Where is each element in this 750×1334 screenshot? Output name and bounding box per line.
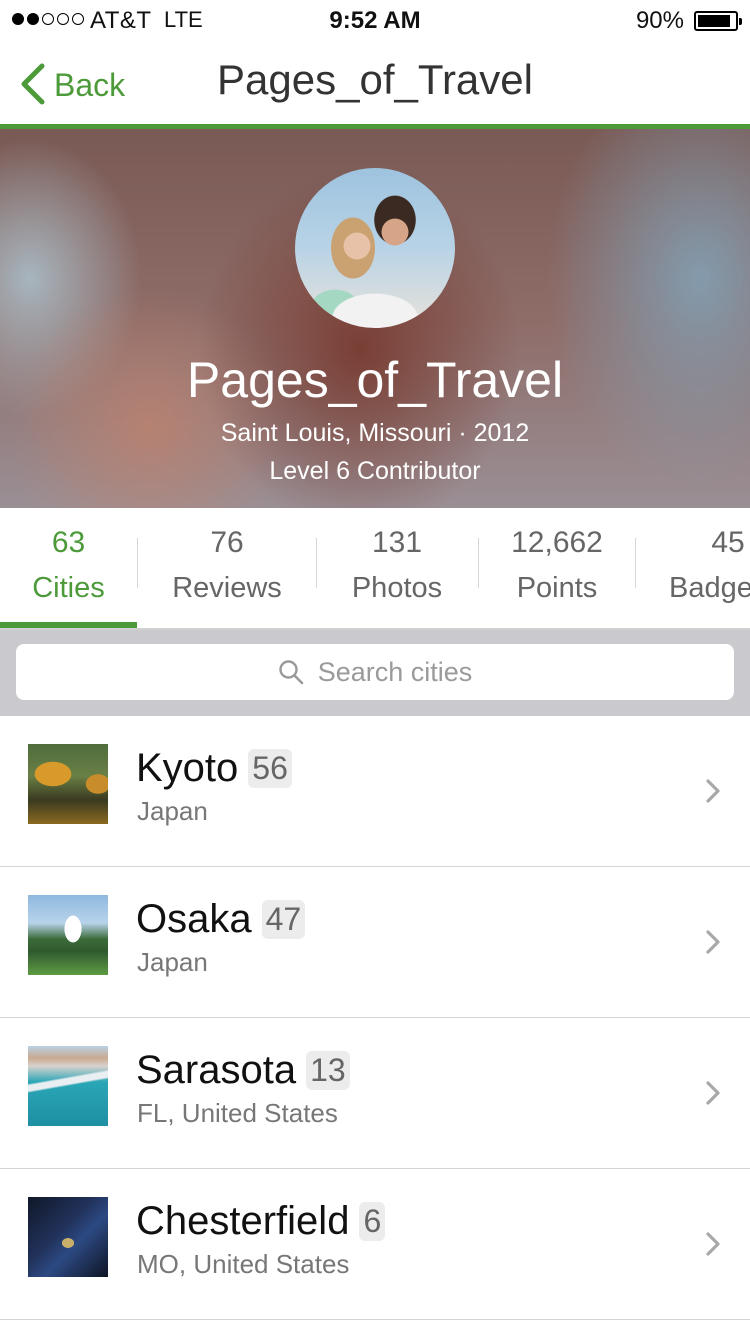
city-title: Kyoto 56 bbox=[136, 746, 292, 791]
city-thumbnail bbox=[28, 895, 108, 975]
city-thumbnail bbox=[28, 1197, 108, 1277]
page-title: Pages_of_Travel bbox=[217, 56, 533, 103]
tab-cities[interactable]: 63 Cities bbox=[0, 508, 137, 628]
tab-count: 76 bbox=[210, 526, 244, 559]
battery-tip bbox=[739, 18, 742, 25]
avatar[interactable] bbox=[295, 168, 455, 328]
list-item[interactable]: Kyoto 56 Japan bbox=[0, 716, 750, 867]
battery-percent: 90% bbox=[635, 7, 684, 34]
city-name: Osaka bbox=[136, 897, 252, 941]
chevron-right-icon bbox=[706, 930, 720, 954]
city-region: Japan bbox=[137, 796, 208, 826]
navigation-bar: Back Pages_of_Travel bbox=[0, 40, 750, 129]
search-input[interactable]: Search cities bbox=[16, 644, 734, 700]
stats-tabs: 63 Cities 76 Reviews 131 Photos 12,662 P… bbox=[0, 508, 750, 630]
city-name: Sarasota bbox=[136, 1048, 297, 1092]
city-list: Kyoto 56 Japan Osaka 47 Japan Sarasota 1… bbox=[0, 716, 750, 1320]
battery-fill bbox=[698, 15, 731, 27]
city-review-count: 6 bbox=[359, 1202, 386, 1241]
tab-label: Points bbox=[516, 572, 598, 604]
city-region: MO, United States bbox=[137, 1249, 350, 1279]
chevron-right-icon bbox=[706, 1081, 720, 1105]
city-review-count: 47 bbox=[261, 900, 306, 939]
city-region: FL, United States bbox=[137, 1098, 338, 1128]
status-bar: AT&T LTE 9:52 AM 90% bbox=[0, 0, 750, 40]
city-title: Sarasota 13 bbox=[136, 1048, 350, 1093]
search-placeholder: Search cities bbox=[317, 656, 473, 687]
city-name: Kyoto bbox=[136, 746, 239, 790]
tab-reviews[interactable]: 76 Reviews bbox=[138, 508, 316, 628]
list-item[interactable]: Chesterfield 6 MO, United States bbox=[0, 1169, 750, 1320]
tab-photos[interactable]: 131 Photos bbox=[317, 508, 477, 628]
profile-location-year: Saint Louis, Missouri · 2012 bbox=[220, 419, 530, 447]
tab-badges[interactable]: 45 Badges bbox=[636, 508, 750, 628]
tab-label: Cities bbox=[32, 572, 105, 604]
city-title: Osaka 47 bbox=[136, 897, 306, 942]
city-region: Japan bbox=[137, 947, 208, 977]
city-title: Chesterfield 6 bbox=[136, 1199, 386, 1244]
search-bar: Search cities bbox=[0, 630, 750, 717]
battery-icon bbox=[694, 11, 742, 31]
profile-name: Pages_of_Travel bbox=[186, 352, 564, 408]
city-review-count: 56 bbox=[248, 749, 292, 788]
tab-count: 63 bbox=[51, 526, 86, 559]
tab-label: Photos bbox=[351, 572, 443, 604]
city-thumbnail bbox=[28, 744, 108, 824]
list-item[interactable]: Osaka 47 Japan bbox=[0, 867, 750, 1018]
tab-count: 45 bbox=[711, 526, 745, 559]
active-tab-indicator bbox=[0, 622, 137, 628]
chevron-right-icon bbox=[706, 1232, 720, 1256]
city-name: Chesterfield bbox=[136, 1199, 350, 1243]
tab-label: Reviews bbox=[172, 572, 282, 604]
city-thumbnail bbox=[28, 1046, 108, 1126]
contributor-level: Level 6 Contributor bbox=[269, 457, 481, 485]
tab-count: 131 bbox=[371, 526, 423, 559]
city-review-count: 13 bbox=[306, 1051, 350, 1090]
chevron-right-icon bbox=[706, 779, 720, 803]
list-item[interactable]: Sarasota 13 FL, United States bbox=[0, 1018, 750, 1169]
tab-count: 12,662 bbox=[511, 526, 603, 559]
tab-points[interactable]: 12,662 Points bbox=[479, 508, 635, 628]
tab-label: Badges bbox=[669, 572, 750, 604]
profile-header: Pages_of_Travel Saint Louis, Missouri · … bbox=[0, 129, 750, 508]
search-icon bbox=[279, 660, 304, 685]
